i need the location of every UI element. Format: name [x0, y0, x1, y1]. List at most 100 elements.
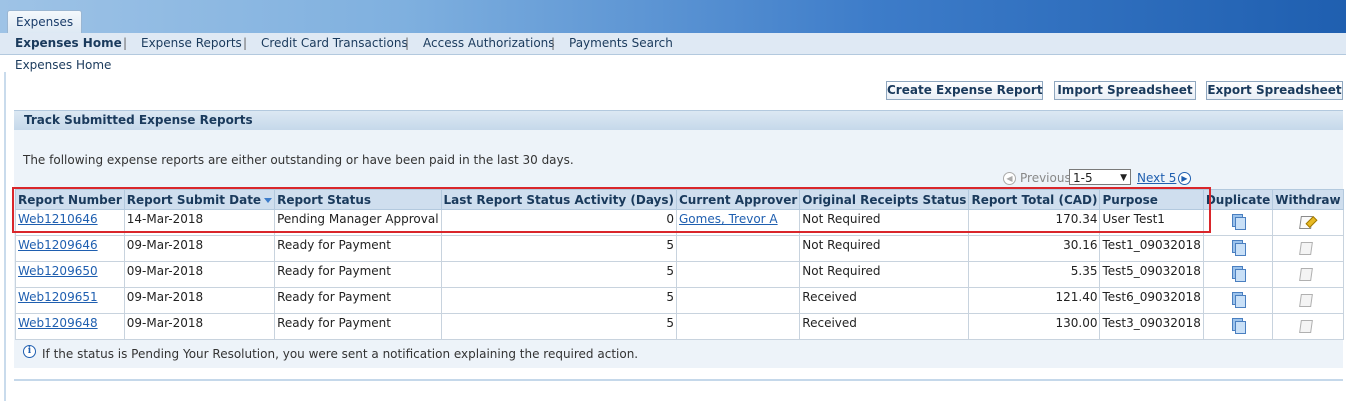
duplicate-icon[interactable]: [1231, 239, 1246, 256]
duplicate-cell: [1202, 287, 1274, 314]
column-header-report-total: Report Total (CAD): [968, 189, 1101, 210]
duplicate-cell: [1202, 313, 1274, 340]
withdraw-cell: [1272, 287, 1344, 314]
activity-days-cell: 5: [440, 313, 678, 340]
region-intro-text: The following expense reports are either…: [23, 153, 574, 167]
receipts-status-cell: Not Required: [799, 235, 970, 262]
report-number-link[interactable]: Web1209648: [18, 316, 98, 330]
table-row: Web1210646 14-Mar-2018 Pending Manager A…: [15, 209, 1344, 236]
subnav-access-authorizations[interactable]: Access Authorizations: [423, 36, 555, 50]
column-header-purpose: Purpose: [1099, 189, 1204, 210]
subnav-separator: |: [405, 36, 410, 50]
subnav-credit-card-transactions[interactable]: Credit Card Transactions: [261, 36, 408, 50]
report-status-cell: Ready for Payment: [274, 313, 442, 340]
info-icon: i: [23, 345, 36, 358]
withdraw-disabled-icon: [1299, 266, 1315, 281]
withdraw-disabled-icon: [1299, 318, 1315, 333]
subnav-payments-search[interactable]: Payments Search: [569, 36, 673, 50]
table-row: Web1209651 09-Mar-2018 Ready for Payment…: [15, 287, 1344, 314]
create-expense-report-button[interactable]: Create Expense Report: [886, 81, 1043, 100]
report-number-link[interactable]: Web1209650: [18, 264, 98, 278]
report-total-cell: 5.35: [968, 261, 1101, 288]
withdraw-cell: [1272, 235, 1344, 262]
duplicate-icon[interactable]: [1231, 291, 1246, 308]
sort-descending-icon[interactable]: [264, 197, 273, 203]
receipts-status-cell: Not Required: [799, 209, 970, 236]
receipts-status-cell: Not Required: [799, 261, 970, 288]
duplicate-cell: [1202, 235, 1274, 262]
purpose-cell: Test5_09032018: [1099, 261, 1204, 288]
activity-days-cell: 5: [440, 287, 678, 314]
column-header-report-number[interactable]: Report Number: [15, 189, 125, 210]
subnav-separator: |: [123, 36, 128, 50]
column-header-label: Report Submit Date: [126, 192, 262, 207]
report-status-cell: Ready for Payment: [274, 287, 442, 314]
approver-cell: [675, 261, 801, 288]
dropdown-arrow-icon: ▼: [1120, 173, 1127, 183]
report-status-cell: Ready for Payment: [274, 261, 442, 288]
column-header-duplicate: Duplicate: [1202, 189, 1274, 210]
subnav-separator: |: [551, 36, 556, 50]
report-number-link[interactable]: Web1209646: [18, 238, 98, 252]
table-row: Web1209648 09-Mar-2018 Ready for Payment…: [15, 313, 1344, 340]
report-total-cell: 130.00: [968, 313, 1101, 340]
purpose-cell: Test6_09032018: [1099, 287, 1204, 314]
purpose-cell: User Test1: [1099, 209, 1204, 236]
export-spreadsheet-button[interactable]: Export Spreadsheet: [1206, 81, 1343, 100]
submit-date-cell: 09-Mar-2018: [123, 287, 276, 314]
activity-days-cell: 0: [440, 209, 678, 236]
approver-cell: [675, 235, 801, 262]
next-page-link[interactable]: Next 5: [1137, 171, 1176, 185]
column-header-current-approver: Current Approver: [675, 189, 801, 210]
submit-date-cell: 09-Mar-2018: [123, 235, 276, 262]
receipts-status-cell: Received: [799, 313, 970, 340]
duplicate-icon[interactable]: [1231, 213, 1246, 230]
report-number-cell: Web1209646: [15, 235, 125, 262]
next-page-icon[interactable]: ▶: [1178, 172, 1191, 185]
region-bottom-divider: [14, 379, 1343, 381]
report-number-cell: Web1209651: [15, 287, 125, 314]
subnav-expense-reports[interactable]: Expense Reports: [141, 36, 242, 50]
report-number-link[interactable]: Web1210646: [18, 212, 98, 226]
table-row: Web1209650 09-Mar-2018 Ready for Payment…: [15, 261, 1344, 288]
report-number-link[interactable]: Web1209651: [18, 290, 98, 304]
tab-expenses[interactable]: Expenses: [7, 10, 83, 34]
column-header-submit-date[interactable]: Report Submit Date: [123, 189, 276, 210]
duplicate-icon[interactable]: [1231, 317, 1246, 334]
duplicate-cell: [1202, 261, 1274, 288]
report-number-cell: Web1210646: [15, 209, 125, 236]
activity-days-cell: 5: [440, 235, 678, 262]
page-range-value: 1-5: [1073, 171, 1093, 185]
approver-link[interactable]: Gomes, Trevor A: [679, 212, 778, 226]
column-header-last-activity-days: Last Report Status Activity (Days): [440, 189, 678, 210]
withdraw-disabled-icon: [1299, 240, 1315, 255]
submit-date-cell: 14-Mar-2018: [123, 209, 276, 236]
column-header-receipts-status: Original Receipts Status: [799, 189, 970, 210]
top-banner: [0, 0, 1346, 33]
purpose-cell: Test1_09032018: [1099, 235, 1204, 262]
subnav-expenses-home[interactable]: Expenses Home: [15, 36, 122, 50]
purpose-cell: Test3_09032018: [1099, 313, 1204, 340]
page-range-select[interactable]: 1-5 ▼: [1069, 169, 1131, 185]
withdraw-disabled-icon: [1299, 292, 1315, 307]
withdraw-icon[interactable]: [1299, 214, 1318, 229]
left-border: [4, 72, 6, 401]
table-header-row: Report Number Report Submit Date Report …: [15, 189, 1344, 210]
withdraw-cell: [1272, 209, 1344, 236]
column-header-report-status: Report Status: [274, 189, 442, 210]
page-breadcrumb: Expenses Home: [15, 58, 112, 72]
import-spreadsheet-button[interactable]: Import Spreadsheet: [1054, 81, 1196, 100]
submit-date-cell: 09-Mar-2018: [123, 313, 276, 340]
previous-page-link: Previous: [1020, 171, 1071, 185]
submit-date-cell: 09-Mar-2018: [123, 261, 276, 288]
region-title: Track Submitted Expense Reports: [24, 113, 253, 127]
column-header-withdraw: Withdraw: [1272, 189, 1344, 210]
report-number-cell: Web1209650: [15, 261, 125, 288]
report-total-cell: 30.16: [968, 235, 1101, 262]
duplicate-icon[interactable]: [1231, 265, 1246, 282]
duplicate-cell: [1202, 209, 1274, 236]
activity-days-cell: 5: [440, 261, 678, 288]
table-row: Web1209646 09-Mar-2018 Ready for Payment…: [15, 235, 1344, 262]
report-status-cell: Ready for Payment: [274, 235, 442, 262]
report-status-cell: Pending Manager Approval: [274, 209, 442, 236]
